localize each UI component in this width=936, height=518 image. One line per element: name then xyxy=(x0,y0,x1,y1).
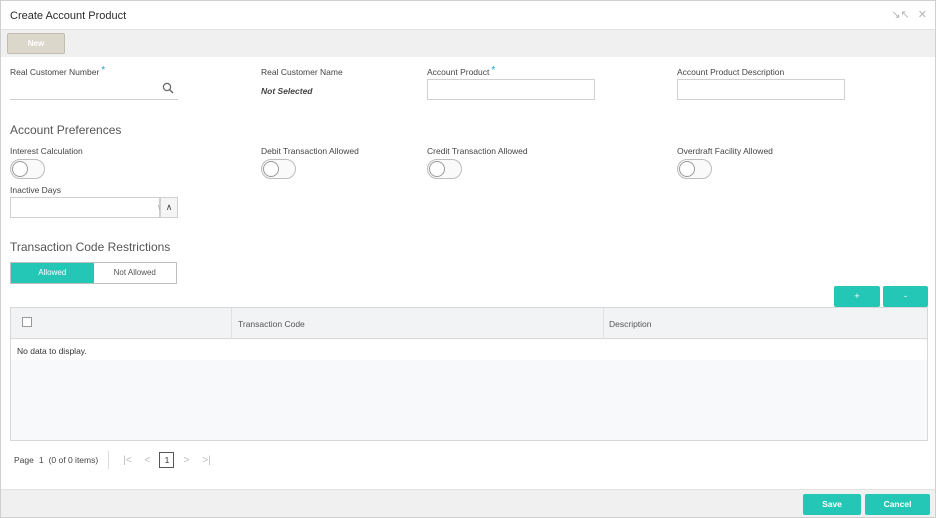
restriction-toggle-group: Allowed Not Allowed xyxy=(10,262,177,284)
toggle-knob xyxy=(263,161,279,177)
first-page-icon[interactable]: |< xyxy=(119,455,135,466)
interest-calculation-toggle[interactable] xyxy=(10,159,45,179)
next-page-icon[interactable]: > xyxy=(179,455,193,466)
column-header-description[interactable]: Description xyxy=(609,319,652,329)
overdraft-facility-allowed-toggle[interactable] xyxy=(677,159,712,179)
add-row-button[interactable]: + xyxy=(834,286,880,307)
required-mark: * xyxy=(491,65,496,76)
not-allowed-option[interactable]: Not Allowed xyxy=(93,263,176,283)
search-icon[interactable] xyxy=(162,82,174,94)
last-page-icon[interactable]: >| xyxy=(198,455,214,466)
account-product-description-input[interactable] xyxy=(677,79,845,100)
credit-transaction-allowed-toggle[interactable] xyxy=(427,159,462,179)
footer-bar: Save Cancel xyxy=(1,489,935,517)
toggle-knob xyxy=(429,161,445,177)
transaction-code-table: Transaction Code Description No data to … xyxy=(10,307,928,441)
window-title: Create Account Product xyxy=(10,10,127,22)
allowed-option[interactable]: Allowed xyxy=(11,263,94,283)
save-button[interactable]: Save xyxy=(803,494,861,515)
column-divider xyxy=(231,308,232,339)
inactive-days-label: Inactive Days xyxy=(10,185,62,195)
remove-row-button[interactable]: - xyxy=(883,286,928,307)
toolbar: New xyxy=(1,30,935,57)
table-header: Transaction Code Description xyxy=(11,308,927,339)
transaction-code-restrictions-title: Transaction Code Restrictions xyxy=(10,240,171,254)
cancel-button[interactable]: Cancel xyxy=(865,494,930,515)
title-bar: Create Account Product ↘↖ ✕ xyxy=(1,1,935,30)
real-customer-number-label: Real Customer Number * xyxy=(10,65,106,78)
chevron-up-button[interactable]: ∧ xyxy=(160,197,178,218)
required-mark: * xyxy=(101,65,106,76)
column-divider xyxy=(603,308,604,339)
account-product-input[interactable] xyxy=(427,79,595,100)
page-label: Page xyxy=(14,455,34,465)
pager-divider xyxy=(108,451,110,469)
inactive-days-input[interactable]: ∨ xyxy=(10,197,163,218)
items-count: (0 of 0 items) xyxy=(48,455,99,465)
previous-page-icon[interactable]: < xyxy=(141,455,155,466)
new-button[interactable]: New xyxy=(7,33,65,54)
current-page-value: 1 xyxy=(38,455,44,465)
select-all-checkbox[interactable] xyxy=(22,317,32,327)
window-controls: ↘↖ ✕ xyxy=(891,8,927,21)
real-customer-name-value: Not Selected xyxy=(261,86,313,96)
account-product-description-label: Account Product Description xyxy=(677,67,785,77)
toggle-knob xyxy=(679,161,695,177)
page-number-button[interactable]: 1 xyxy=(159,452,175,468)
empty-table-row: No data to display. xyxy=(11,340,927,360)
create-account-product-window: Create Account Product ↘↖ ✕ New Real Cus… xyxy=(0,0,936,518)
column-header-transaction-code[interactable]: Transaction Code xyxy=(238,319,305,329)
account-product-label: Account Product * xyxy=(427,65,496,78)
pagination: Page 1 (0 of 0 items) |< < 1 > >| xyxy=(14,451,215,469)
overdraft-facility-allowed-label: Overdraft Facility Allowed xyxy=(677,146,773,156)
debit-transaction-allowed-label: Debit Transaction Allowed xyxy=(261,146,359,156)
real-customer-name-label: Real Customer Name xyxy=(261,67,343,77)
empty-table-message: No data to display. xyxy=(17,346,87,356)
account-preferences-title: Account Preferences xyxy=(10,123,122,137)
real-customer-number-label-text: Real Customer Number xyxy=(10,67,100,77)
account-product-label-text: Account Product xyxy=(427,67,490,77)
collapse-arrows-icon[interactable]: ↘↖ xyxy=(891,8,909,21)
close-icon[interactable]: ✕ xyxy=(918,8,927,21)
debit-transaction-allowed-toggle[interactable] xyxy=(261,159,296,179)
real-customer-number-input[interactable] xyxy=(10,79,178,100)
credit-transaction-allowed-label: Credit Transaction Allowed xyxy=(427,146,528,156)
interest-calculation-label: Interest Calculation xyxy=(10,146,83,156)
toggle-knob xyxy=(12,161,28,177)
